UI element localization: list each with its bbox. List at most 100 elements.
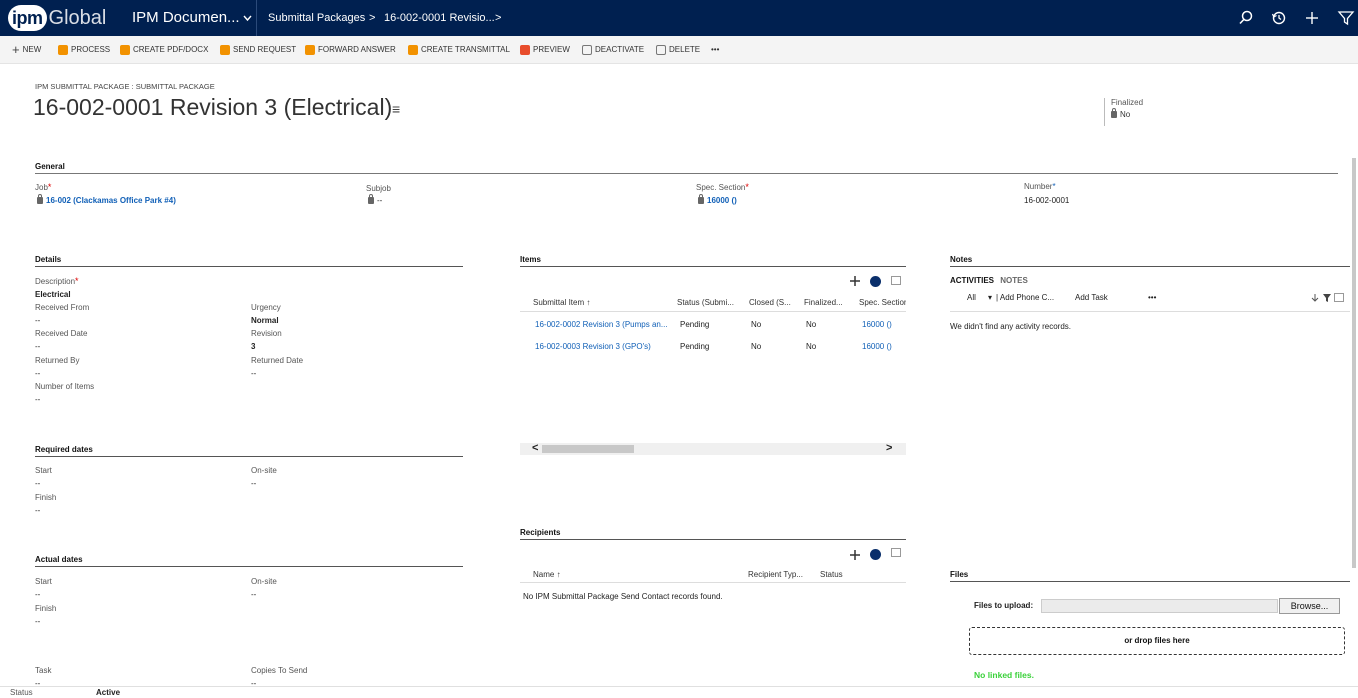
description-value[interactable]: Electrical (35, 290, 71, 299)
search-icon[interactable] (1237, 9, 1255, 27)
column-finalized[interactable]: Finalized... (804, 298, 843, 307)
breadcrumb-separator[interactable]: > (495, 0, 501, 36)
sort-icon[interactable] (1310, 293, 1320, 303)
forward-answer-button[interactable]: FORWARD ANSWER (305, 36, 396, 64)
number-value[interactable]: 16-002-0001 (1024, 196, 1069, 205)
actual-start-value[interactable]: -- (35, 590, 40, 599)
process-button[interactable]: PROCESS (58, 36, 110, 64)
column-recipient-status[interactable]: Status (820, 570, 843, 579)
more-commands-button[interactable]: ••• (711, 36, 719, 64)
actual-onsite-value[interactable]: -- (251, 590, 256, 599)
spec-section-field[interactable]: 16000 () (698, 194, 737, 205)
breadcrumb-entity[interactable]: Submittal Packages (268, 0, 365, 36)
finalized-label: Finalized (1111, 98, 1144, 107)
deactivate-button[interactable]: DEACTIVATE (582, 36, 644, 64)
scroll-left-arrow[interactable]: < (532, 442, 538, 454)
required-onsite-value[interactable]: -- (251, 479, 256, 488)
item-spec-link[interactable]: 16000 () (862, 342, 892, 351)
revision-value[interactable]: 3 (251, 342, 255, 351)
scroll-right-arrow[interactable]: > (886, 442, 892, 454)
column-name[interactable]: Name ↑ (533, 570, 561, 579)
task-label: Task (35, 666, 52, 675)
file-path-input[interactable] (1041, 599, 1278, 613)
item-spec-link[interactable]: 16000 () (862, 320, 892, 329)
item-finalized: No (806, 342, 817, 351)
status-value: Active (96, 688, 121, 697)
create-pdf-docx-button[interactable]: CREATE PDF/DOCX (120, 36, 208, 64)
command-label: PREVIEW (533, 45, 570, 54)
returned-date-value[interactable]: -- (251, 369, 256, 378)
submittal-item-link[interactable]: 16-002-0002 Revision 3 (Pumps an... (535, 320, 668, 329)
tab-activities[interactable]: ACTIVITIES (950, 276, 994, 285)
command-label: SEND REQUEST (233, 45, 297, 54)
ipm-action-icon[interactable] (870, 276, 881, 287)
recipients-empty-message: No IPM Submittal Package Send Contact re… (523, 592, 723, 601)
browse-button[interactable]: Browse... (1279, 598, 1340, 614)
number-of-items-label: Number of Items (35, 382, 95, 391)
send-request-button[interactable]: SEND REQUEST (220, 36, 296, 64)
job-field[interactable]: 16-002 (Clackamas Office Park #4) (37, 194, 176, 205)
filter-icon[interactable] (1337, 9, 1355, 27)
plus-icon: + (12, 42, 20, 57)
recent-history-icon[interactable] (1270, 9, 1288, 27)
deactivate-icon (582, 45, 592, 55)
create-plus-icon[interactable] (1303, 9, 1321, 27)
page-vertical-scrollbar[interactable] (1352, 158, 1356, 568)
chevron-down-icon[interactable] (243, 15, 252, 22)
recipients-grid-header (520, 567, 906, 583)
chevron-down-icon[interactable]: ▾ (988, 293, 992, 302)
grid-view-icon[interactable] (891, 276, 901, 285)
required-marker: * (47, 182, 52, 192)
required-start-value[interactable]: -- (35, 479, 40, 488)
spec-section-link[interactable]: 16000 () (707, 196, 737, 205)
submittal-item-link[interactable]: 16-002-0003 Revision 3 (GPO's) (535, 342, 651, 351)
received-from-value[interactable]: -- (35, 316, 40, 325)
add-task-button[interactable]: Add Task (1075, 293, 1108, 302)
more-icon[interactable]: ••• (1148, 293, 1156, 302)
actual-finish-label: Finish (35, 604, 57, 613)
finalized-header-field: Finalized No (1104, 98, 1143, 126)
required-finish-label: Finish (35, 493, 57, 502)
scroll-thumb[interactable] (542, 445, 634, 453)
grid-view-icon[interactable] (1334, 293, 1344, 302)
required-finish-value[interactable]: -- (35, 506, 40, 515)
lock-icon (37, 194, 43, 204)
preview-button[interactable]: PREVIEW (520, 36, 570, 64)
column-recipient-type[interactable]: Recipient Typ... (748, 570, 803, 579)
new-button[interactable]: + NEW (12, 36, 41, 64)
ipm-action-icon[interactable] (870, 549, 881, 560)
received-date-value[interactable]: -- (35, 342, 40, 351)
urgency-value[interactable]: Normal (251, 316, 279, 325)
returned-by-value[interactable]: -- (35, 369, 40, 378)
create-transmittal-button[interactable]: CREATE TRANSMITTAL (408, 36, 510, 64)
item-closed: No (751, 320, 762, 329)
items-horizontal-scrollbar[interactable]: < > (520, 442, 906, 455)
logo-text: Global (48, 6, 107, 29)
number-of-items-value[interactable]: -- (35, 395, 40, 404)
actual-finish-value[interactable]: -- (35, 617, 40, 626)
add-item-icon[interactable] (850, 276, 860, 286)
app-name[interactable]: IPM Documen... (132, 0, 240, 36)
file-drop-zone[interactable]: or drop files here (969, 627, 1345, 655)
add-recipient-icon[interactable] (850, 550, 860, 560)
activities-filter-all[interactable]: All (967, 293, 976, 302)
job-link[interactable]: 16-002 (Clackamas Office Park #4) (46, 196, 176, 205)
breadcrumb-record[interactable]: 16-002-0001 Revisio... (384, 0, 495, 36)
column-closed[interactable]: Closed (S... (749, 298, 791, 307)
subjob-value: -- (377, 196, 383, 205)
filter-icon[interactable] (1322, 293, 1332, 303)
column-status[interactable]: Status (Submi... (677, 298, 734, 307)
delete-button[interactable]: DELETE (656, 36, 700, 64)
preview-icon (520, 45, 530, 55)
returned-date-label: Returned Date (251, 356, 304, 365)
forward-answer-icon (305, 45, 315, 55)
tab-notes[interactable]: NOTES (1000, 276, 1028, 285)
add-phone-call-button[interactable]: | Add Phone C... (996, 293, 1054, 302)
subjob-label: Subjob (366, 184, 391, 193)
ipm-global-logo[interactable]: ipm Global (8, 5, 106, 31)
item-closed: No (751, 342, 762, 351)
column-spec-section[interactable]: Spec. Section (859, 298, 906, 307)
column-submittal-item[interactable]: Submittal Item ↑ (533, 298, 590, 307)
grid-view-icon[interactable] (891, 548, 901, 557)
form-selector-icon[interactable]: ≡ (392, 101, 400, 117)
